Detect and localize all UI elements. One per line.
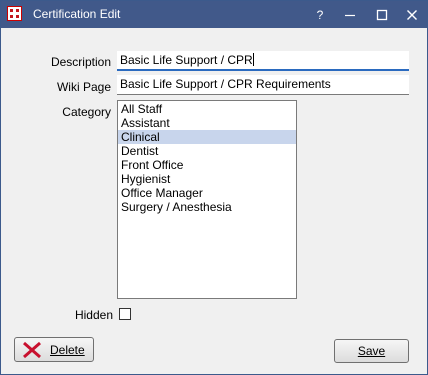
hidden-label: Hidden — [74, 308, 113, 322]
category-item[interactable]: Hygienist — [118, 172, 296, 186]
help-label: ? — [316, 7, 324, 22]
minimize-button[interactable] — [335, 1, 365, 28]
category-item[interactable]: Front Office — [118, 158, 296, 172]
maximize-button[interactable] — [367, 1, 397, 28]
description-label: Description — [50, 55, 111, 69]
description-field[interactable]: Basic Life Support / CPR — [117, 51, 409, 71]
save-label: Save — [357, 344, 386, 358]
wiki-page-label: Wiki Page — [56, 80, 111, 94]
category-item[interactable]: Assistant — [118, 116, 296, 130]
save-button[interactable]: Save — [334, 339, 409, 363]
category-listbox[interactable]: All Staff Assistant Clinical Dentist Fro… — [117, 100, 297, 299]
category-item-selected[interactable]: Clinical — [118, 130, 296, 144]
window-title: Certification Edit — [33, 7, 121, 21]
category-item[interactable]: Office Manager — [118, 186, 296, 200]
red-x-icon — [23, 341, 41, 359]
title-bar: Certification Edit ? — [1, 1, 427, 28]
delete-label: Delete — [50, 343, 85, 357]
help-button[interactable]: ? — [305, 1, 335, 28]
maximize-icon — [376, 9, 388, 20]
certification-edit-window: Certification Edit ? Description Basic L… — [0, 0, 428, 375]
category-item[interactable]: Dentist — [118, 144, 296, 158]
close-button[interactable] — [397, 1, 427, 28]
hidden-checkbox[interactable] — [119, 308, 131, 320]
close-icon — [407, 9, 417, 20]
wiki-page-value: Basic Life Support / CPR Requirements — [120, 77, 331, 91]
category-label: Category — [62, 105, 111, 119]
minimize-icon — [345, 14, 355, 16]
category-item[interactable]: Surgery / Anesthesia — [118, 200, 296, 214]
delete-button[interactable]: Delete — [14, 337, 94, 362]
app-icon — [7, 6, 22, 21]
description-value: Basic Life Support / CPR — [120, 53, 253, 67]
category-item[interactable]: All Staff — [118, 102, 296, 116]
wiki-page-field[interactable]: Basic Life Support / CPR Requirements — [117, 75, 409, 95]
text-cursor — [252, 53, 254, 66]
